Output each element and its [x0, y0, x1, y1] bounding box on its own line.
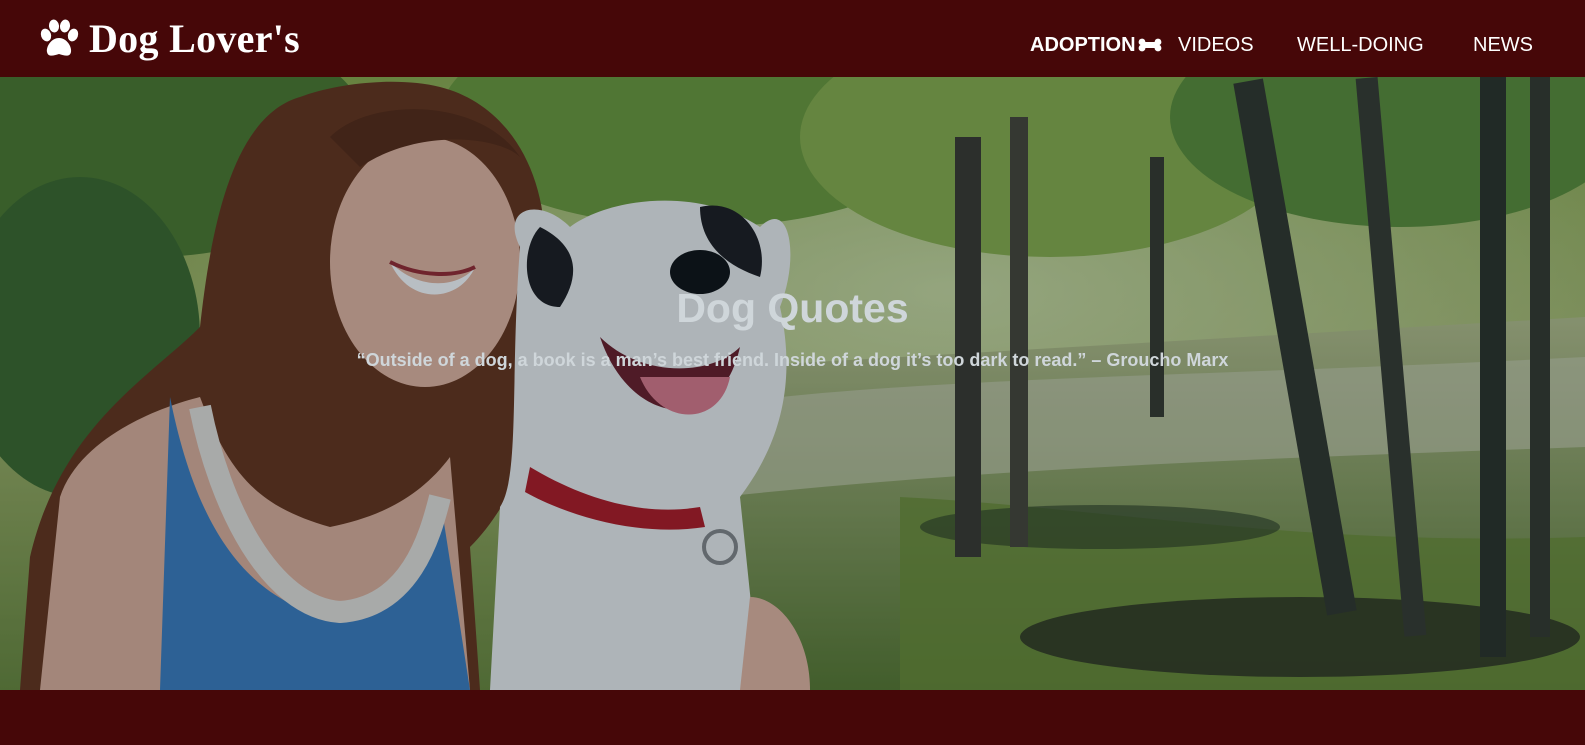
nav-item-well-doing[interactable]: WELL-DOING — [1297, 33, 1424, 57]
hero-quote: “Outside of a dog, a book is a man’s bes… — [356, 350, 1229, 370]
brand-name: Dog Lover's — [89, 16, 301, 61]
nav-item-adoption[interactable]: ADOPTION — [1030, 33, 1162, 57]
top-navbar: Dog Lover's ADOPTION VIDEOS WELL-DOING N… — [0, 0, 1585, 77]
paw-icon — [40, 19, 79, 56]
hero-banner: Dog Quotes “Outside of a dog, a book is … — [0, 77, 1585, 690]
hero-dim-overlay — [0, 77, 1585, 690]
nav-item-adoption-label: ADOPTION — [1030, 34, 1136, 56]
hero-title: Dog Quotes — [676, 285, 909, 331]
bone-icon — [1138, 38, 1161, 52]
footer-band — [0, 690, 1585, 745]
nav-item-news[interactable]: NEWS — [1473, 33, 1533, 57]
nav-item-videos[interactable]: VIDEOS — [1178, 33, 1254, 57]
brand-logo-link[interactable]: Dog Lover's — [38, 16, 300, 62]
